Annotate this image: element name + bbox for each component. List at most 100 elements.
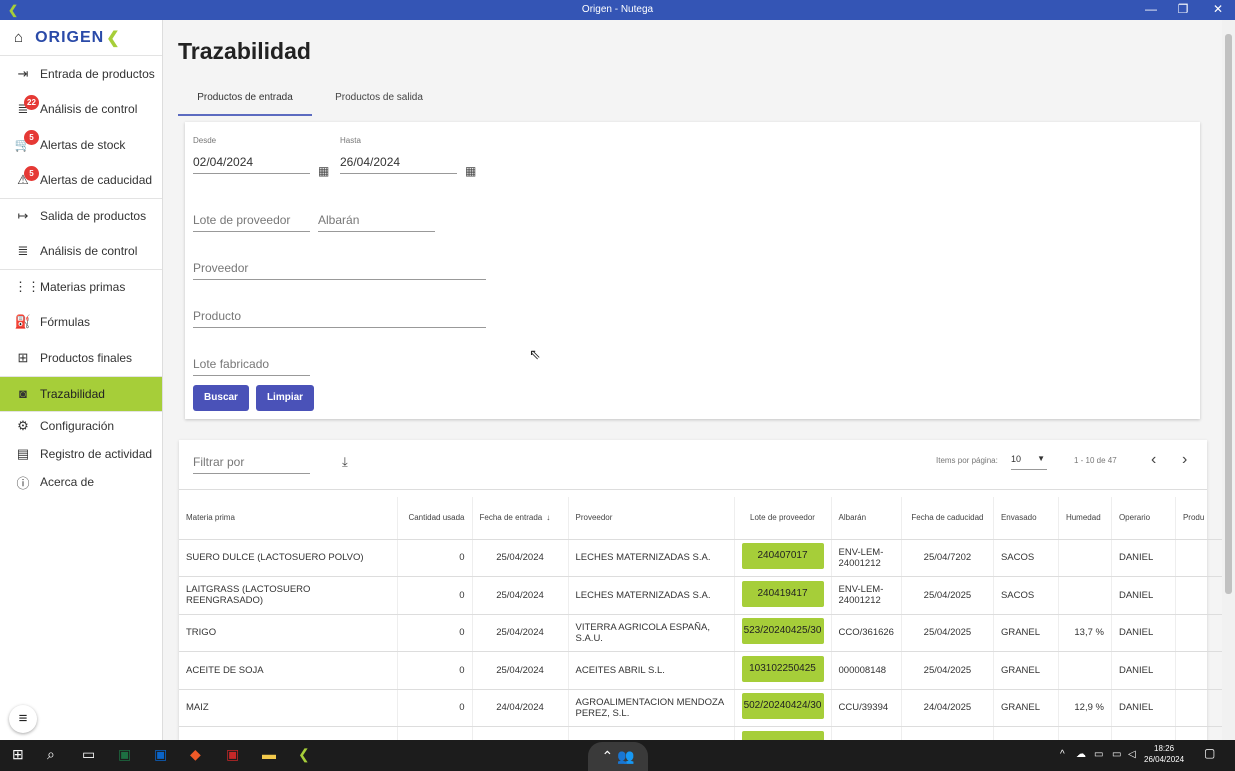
column-header[interactable]: Proveedor xyxy=(568,497,735,540)
login-icon: ⇥ xyxy=(17,65,29,81)
hasta-date-field[interactable]: Hasta 26/04/2024 xyxy=(340,136,457,174)
limpiar-button[interactable]: Limpiar xyxy=(256,385,314,411)
maximize-button[interactable]: ❐ xyxy=(1168,2,1198,16)
calendar-icon[interactable]: ▦ xyxy=(318,164,329,178)
table-row[interactable]: ACEITE DE SOJA 0 25/04/2024 ACEITES ABRIL S… xyxy=(179,651,1222,690)
column-header[interactable]: Materia prima xyxy=(179,497,398,540)
lote-fabricado-field[interactable]: Lote fabricado xyxy=(193,352,310,376)
items-per-page-select[interactable]: 10 ▼ xyxy=(1011,454,1047,470)
sort-arrow-icon[interactable]: ↓ xyxy=(546,513,550,522)
sidebar-item-alertas-de-stock[interactable]: 🛒 5 Alertas de stock xyxy=(0,127,162,163)
table-cell: 240419417 xyxy=(734,576,832,615)
table-cell xyxy=(397,726,473,740)
remote-toolbar-tab[interactable]: ⌃ 👥 xyxy=(588,742,648,771)
table-cell: 0 xyxy=(397,576,473,615)
column-header[interactable]: Albarán xyxy=(831,497,902,540)
search-icon[interactable]: ⌕ xyxy=(47,746,55,763)
paint-bucket-icon: ⛽ xyxy=(14,314,32,330)
table-row[interactable]: MAIZ 0 24/04/2024 AGROALIMENTACION MENDOZA … xyxy=(179,689,1222,727)
outlook-icon[interactable]: ▣ xyxy=(154,746,167,763)
column-header-label: Produ xyxy=(1182,513,1205,523)
lote-proveedor-chip[interactable]: 502/20240424/30 xyxy=(741,693,824,720)
logo-row[interactable]: ⌂ ORIGEN ❮ xyxy=(0,20,162,56)
menu-icon[interactable]: ≡ xyxy=(9,705,37,733)
table-cell xyxy=(1175,689,1222,727)
list-icon: ≣ xyxy=(17,243,29,259)
prev-page-icon[interactable]: ‹ xyxy=(1151,451,1156,469)
table-row[interactable]: SUERO DULCE (LACTOSUERO POLVO) 0 25/04/202… xyxy=(179,539,1222,577)
notifications-icon[interactable]: ▢ xyxy=(1204,746,1215,760)
column-header[interactable]: Envasado xyxy=(993,497,1059,540)
lote-proveedor-chip[interactable] xyxy=(741,730,824,740)
tab-productos-entrada[interactable]: Productos de entrada xyxy=(178,86,312,116)
brave-icon[interactable]: ◆ xyxy=(190,746,201,763)
sidebar-item-productos-finales[interactable]: ⊞ Productos finales xyxy=(0,340,162,376)
sidebar-item-materias-primas[interactable]: ⋮⋮ Materias primas xyxy=(0,269,162,305)
filter-input[interactable]: Filtrar por xyxy=(193,454,310,474)
sidebar-item-entrada-de-productos[interactable]: ⇥ Entrada de productos xyxy=(0,56,162,92)
sidebar-item-acerca-de[interactable]: ⓘ Acerca de xyxy=(0,468,162,497)
items-per-page-label: Items por página: xyxy=(936,456,998,465)
desde-label: Desde xyxy=(193,136,217,145)
column-header[interactable]: Operario xyxy=(1111,497,1176,540)
minimize-button[interactable]: — xyxy=(1136,2,1166,16)
sidebar-item-salida-de-productos[interactable]: ↦ Salida de productos xyxy=(0,198,162,234)
scrollbar-thumb[interactable] xyxy=(1225,34,1232,594)
network-icon[interactable]: ▭ xyxy=(1094,749,1103,760)
page-title: Trazabilidad xyxy=(178,38,311,64)
sidebar-item-formulas[interactable]: ⛽ Fórmulas xyxy=(0,305,162,341)
column-header[interactable]: Fecha de caducidad xyxy=(901,497,994,540)
calendar-icon[interactable]: ▦ xyxy=(465,164,476,178)
file-explorer-icon[interactable]: ▬ xyxy=(262,746,276,762)
table-cell xyxy=(179,726,398,740)
lote-proveedor-field[interactable]: Lote de proveedor xyxy=(193,208,310,232)
sidebar-item-configuracion[interactable]: ⚙ Configuración xyxy=(0,411,162,440)
windows-start-icon[interactable]: ⊞ xyxy=(12,746,24,763)
next-page-icon[interactable]: › xyxy=(1182,451,1187,469)
table-cell xyxy=(472,726,569,740)
desde-date-field[interactable]: Desde 02/04/2024 xyxy=(193,136,310,174)
sidebar-item-label: Configuración xyxy=(40,418,115,433)
column-header[interactable]: Fecha de entrada ↓ xyxy=(472,497,569,540)
cloud-icon[interactable]: ☁ xyxy=(1076,749,1086,760)
home-icon[interactable]: ⌂ xyxy=(14,29,23,46)
table-cell: DANIEL xyxy=(1111,614,1176,652)
tray-chevron-icon[interactable]: ^ xyxy=(1060,749,1065,760)
column-header[interactable]: Produ xyxy=(1175,497,1222,540)
table-cell: 13,7 % xyxy=(1058,614,1112,652)
sidebar-item-alertas-de-caducidad[interactable]: ⚠ 5 Alertas de caducidad xyxy=(0,163,162,199)
buscar-button[interactable]: Buscar xyxy=(193,385,249,411)
volume-icon[interactable]: ◁ xyxy=(1128,749,1136,760)
tab-productos-salida[interactable]: Productos de salida xyxy=(312,86,446,116)
table-row[interactable]: LAITGRASS (LACTOSUERO REENGRASADO) 0 25/04… xyxy=(179,576,1222,615)
lote-proveedor-chip[interactable]: 240407017 xyxy=(741,543,824,570)
column-header[interactable]: Lote de proveedor xyxy=(734,497,832,540)
proveedor-field[interactable]: Proveedor xyxy=(193,256,486,280)
remote-app-icon[interactable]: ▣ xyxy=(226,746,239,763)
table-row[interactable]: TRIGO 0 25/04/2024 VITERRA AGRICOLA ESPAÑA,… xyxy=(179,614,1222,652)
column-header[interactable]: Cantidad usada xyxy=(397,497,473,540)
chevron-up-icon[interactable]: ⌃ xyxy=(601,748,613,764)
albaran-field[interactable]: Albarán xyxy=(318,208,435,232)
users-icon[interactable]: 👥 xyxy=(617,748,634,764)
lote-proveedor-chip[interactable]: 103102250425 xyxy=(741,655,824,682)
vertical-scrollbar[interactable] xyxy=(1222,20,1235,740)
excel-icon[interactable]: ▣ xyxy=(118,746,131,763)
sidebar-item-registro-de-actividad[interactable]: ▤ Registro de actividad xyxy=(0,440,162,469)
origen-app-icon[interactable]: ❮ xyxy=(298,746,310,763)
table-cell: LECHES MATERNIZADAS S.A. xyxy=(568,576,735,615)
sidebar-item-analisis-de-control[interactable]: ≣ Análisis de control xyxy=(0,234,162,270)
monitor-icon[interactable]: ▭ xyxy=(1112,749,1121,760)
task-view-icon[interactable]: ▭ xyxy=(82,746,95,763)
table-row[interactable]: AGROALIMENTACION MENDOZA xyxy=(179,726,1222,740)
sidebar-item-trazabilidad[interactable]: ◙ Trazabilidad xyxy=(0,375,162,411)
column-header[interactable]: Humedad xyxy=(1058,497,1112,540)
lote-proveedor-chip[interactable]: 240419417 xyxy=(741,580,824,607)
close-button[interactable]: ✕ xyxy=(1203,2,1233,16)
taskbar-clock[interactable]: 18:26 26/04/2024 xyxy=(1144,743,1184,765)
producto-field[interactable]: Producto xyxy=(193,304,486,328)
sidebar-item-analisis-de-control[interactable]: ≣ 22 Análisis de control xyxy=(0,92,162,128)
download-icon[interactable]: ⤓ xyxy=(342,454,348,470)
lote-proveedor-chip[interactable]: 523/20240425/30 xyxy=(741,618,824,645)
table-cell: 25/04/2025 xyxy=(901,576,994,615)
